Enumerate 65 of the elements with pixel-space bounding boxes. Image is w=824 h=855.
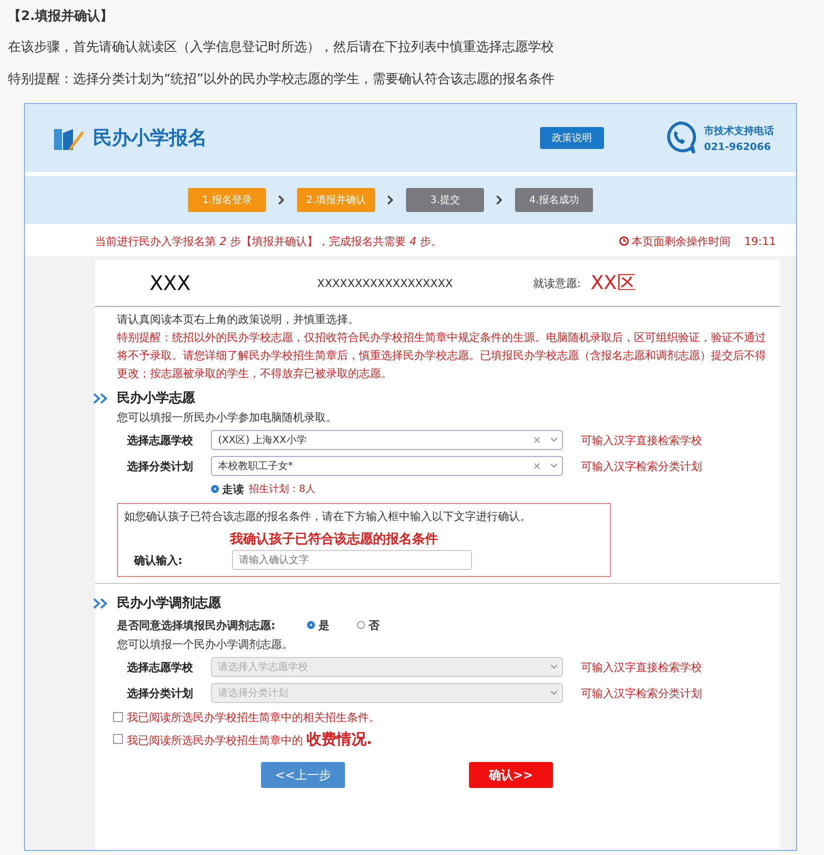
field-hint: 可输入汉字检索分类计划	[581, 686, 702, 700]
progress-notice: 当前进行民办入学报名第 2 步【填报并确认】，完成报名共需要 4 步。	[95, 234, 442, 248]
section-title: 民办小学志愿	[117, 390, 195, 407]
timer-label: 本页面剩余操作时间	[631, 234, 730, 248]
field-hint: 可输入汉字直接检索学校	[581, 432, 702, 448]
select-field[interactable]: (XX区) 上海XX小学	[211, 430, 563, 450]
radio-button[interactable]	[307, 621, 316, 629]
portal-title: 民办小学报名	[93, 126, 207, 151]
consent-question: 是否同意选择填报民办调剂志愿:	[117, 618, 276, 632]
step-indicator: 2.填报并确认	[297, 188, 375, 212]
district-value: XX区	[590, 271, 636, 296]
field-label: 确认输入:	[132, 552, 184, 568]
phone-chat-icon	[664, 121, 696, 155]
checkbox[interactable]	[113, 734, 123, 744]
dropdown-caret-icon	[550, 463, 558, 469]
warning-text: 特别提醒：统招以外的民办学校志愿，仅招收符合民办学校招生简章中规定条件的生源。电脑随机录取后，区可组织验证，验证不通过将不予录取。请您详细了解民办学校招生简章后，慎重选择民办学校志愿。已填报民办学校志愿（含报名志愿和调剂志愿）提交后不得更改；按志愿被录取的学生，不得放弃已被录取的志愿。	[117, 330, 767, 382]
double-chevron-icon	[93, 392, 109, 404]
applicant-name: XXX	[148, 271, 192, 295]
option-label: 走读	[222, 482, 244, 496]
confirm-input[interactable]: 请输入确认文字	[232, 550, 472, 570]
district-label: 就读意愿:	[533, 276, 581, 290]
section-heading: 【2.填报并确认】	[8, 8, 114, 26]
back-button[interactable]: <<上一步	[261, 762, 345, 788]
clock-icon	[619, 236, 630, 246]
clear-icon[interactable]	[534, 437, 540, 443]
confirm-phrase: 我确认孩子已符合该志愿的报名条件	[228, 530, 439, 548]
checkbox-label: 我已阅读所选民办学校招生简章中的相关招生条件。	[127, 710, 380, 724]
field-hint: 可输入汉字检索分类计划	[581, 458, 702, 474]
option-label: 否	[368, 618, 380, 632]
chevron-icon	[278, 195, 285, 205]
quota-text: 招生计划：8人	[249, 482, 316, 496]
support-label: 市技术支持电话	[704, 124, 774, 138]
option-label: 是	[318, 618, 330, 632]
field-hint: 可输入汉字直接检索学校	[581, 660, 702, 674]
checkbox-label: 我已阅读所选民办学校招生简章中的 收费情况.	[127, 730, 372, 748]
checkbox[interactable]	[113, 712, 123, 722]
section-title: 民办小学调剂志愿	[117, 594, 221, 612]
intro-text: 请认真阅读本页右上角的政策说明，并慎重选择。	[117, 312, 360, 328]
field-label: 选择分类计划	[126, 686, 194, 700]
clear-icon[interactable]	[534, 463, 540, 469]
chevron-icon	[496, 195, 503, 205]
section-subtitle: 您可以填报一个民办小学调剂志愿。	[117, 637, 294, 653]
timer-value: 19:11	[744, 234, 776, 248]
select-field[interactable]: 本校教职工子女*	[211, 456, 563, 476]
confirm-instruction: 如您确认孩子已符合该志愿的报名条件，请在下方输入框中输入以下文字进行确认。	[124, 509, 532, 525]
step-indicator: 4.报名成功	[515, 188, 593, 212]
chevron-icon	[387, 195, 394, 205]
field-label: 选择志愿学校	[126, 432, 194, 448]
step-indicator: 1.报名登录	[188, 188, 266, 212]
support-phone: 021-962066	[704, 142, 772, 152]
double-chevron-icon	[93, 598, 109, 608]
section-subtitle: 您可以填报一所民办小学参加电脑随机录取。	[117, 410, 338, 426]
dropdown-caret-icon	[550, 664, 558, 670]
article-paragraph: 在该步骤，首先请确认就读区（入学信息登记时所选），然后请在下拉列表中慎重选择志愿学校	[8, 39, 555, 57]
field-label: 选择志愿学校	[126, 660, 194, 674]
dropdown-caret-icon	[550, 690, 558, 696]
confirm-button[interactable]: 确认>>	[469, 762, 553, 788]
article-paragraph: 特别提醒：选择分类计划为“统招”以外的民办学校志愿的学生，需要确认符合该志愿的报名条件	[8, 71, 556, 89]
dropdown-caret-icon	[550, 437, 558, 443]
field-label: 选择分类计划	[126, 458, 194, 474]
step-indicator: 3.提交	[406, 188, 484, 212]
policy-button[interactable]: 政策说明	[540, 127, 604, 149]
id-number: XXXXXXXXXXXXXXXXXX	[316, 276, 454, 290]
radio-button[interactable]	[211, 485, 219, 493]
radio-button[interactable]	[357, 621, 366, 629]
